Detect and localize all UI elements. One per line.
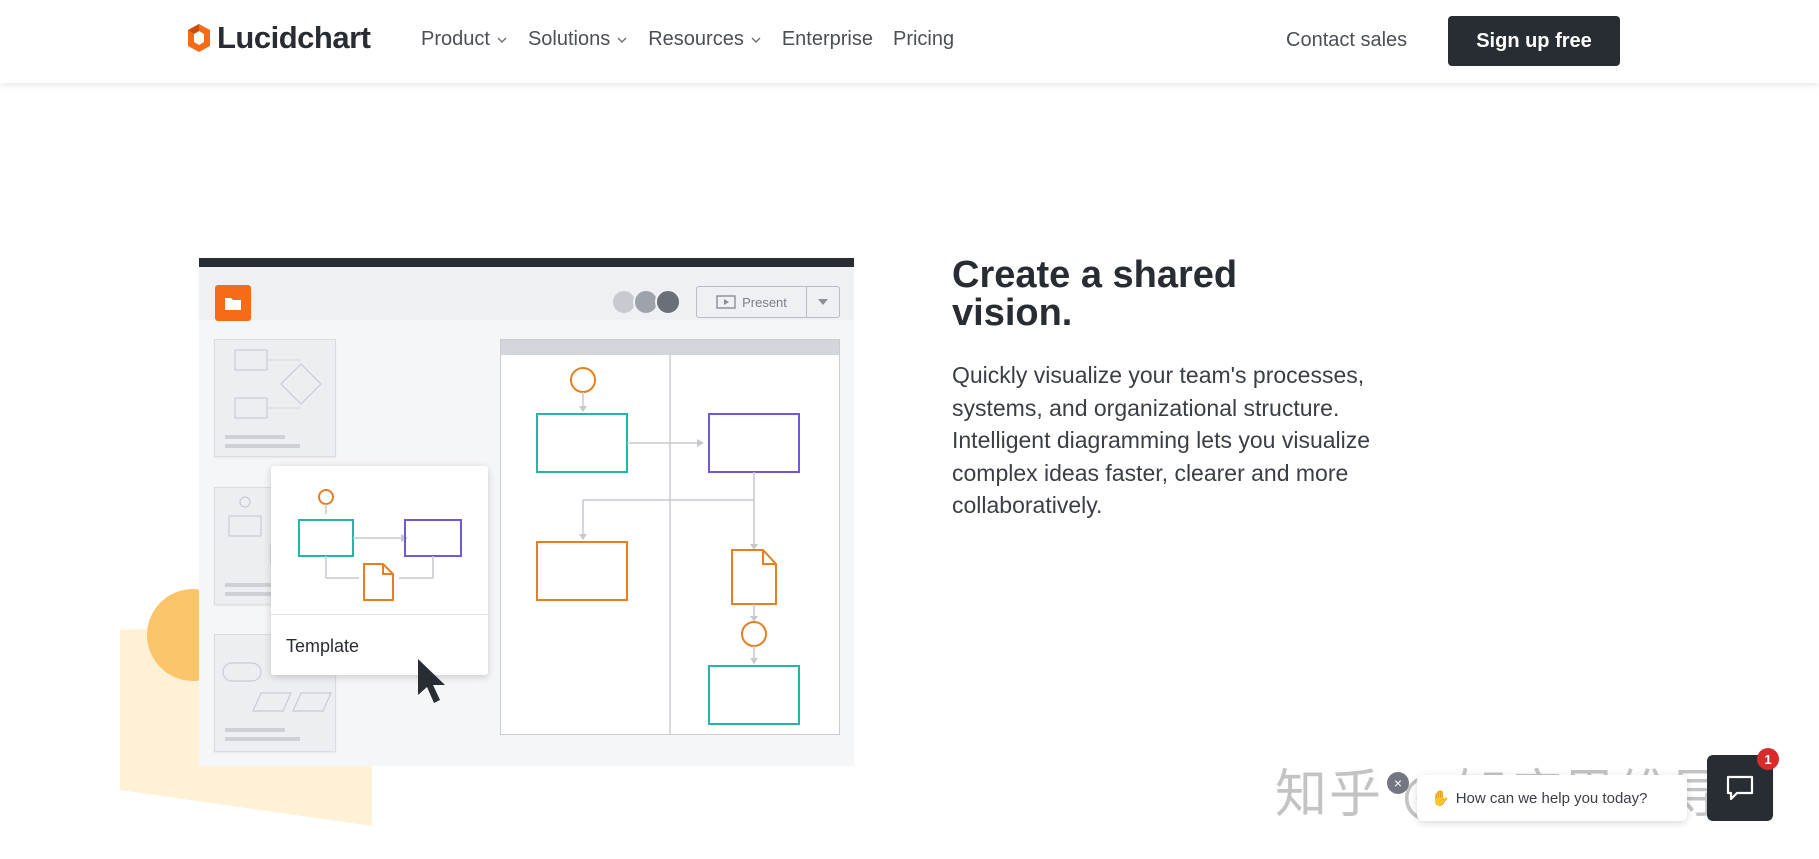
template-label: Template: [286, 636, 360, 656]
nav-resources[interactable]: Resources: [648, 28, 762, 51]
nav-solutions-label: Solutions: [527, 28, 611, 50]
feature-headline: Create a shared vision.: [952, 256, 1372, 332]
nav-solutions[interactable]: Solutions: [528, 28, 628, 51]
diagram-canvas[interactable]: [500, 339, 840, 735]
present-main[interactable]: Present: [697, 287, 807, 317]
feature-description: Quickly visualize your team's processes,…: [952, 362, 1371, 518]
nav-resources-label: Resources: [648, 28, 744, 50]
present-dropdown[interactable]: [807, 287, 839, 317]
headline-line-1: Create a shared: [952, 254, 1238, 296]
lucidchart-logo[interactable]: Lucidchart: [187, 20, 371, 56]
collaborator-avatars: [612, 289, 681, 315]
chat-prompt-bubble[interactable]: ✋ How can we help you today?: [1417, 775, 1687, 821]
chat-icon: [1726, 775, 1754, 801]
folder-icon: [225, 297, 241, 310]
lucidchart-logo-icon: [188, 24, 210, 52]
nav-product[interactable]: Product: [421, 28, 508, 51]
caret-down-icon: [818, 299, 828, 305]
template-preview-diagram: [298, 489, 462, 601]
top-nav: Lucidchart Product Solutions Resources E…: [0, 0, 1819, 83]
mouse-cursor-icon: [418, 659, 445, 703]
template-thumbnail-1[interactable]: [214, 339, 336, 457]
present-label: Present: [742, 294, 787, 310]
nav-product-label: Product: [421, 28, 490, 50]
template-divider: [271, 614, 488, 615]
play-screen-icon: [716, 295, 736, 309]
contact-sales-link[interactable]: Contact sales: [1286, 29, 1407, 52]
chevron-down-icon: [497, 37, 507, 43]
present-button[interactable]: Present: [696, 286, 840, 318]
thumbnail-diagram: [225, 349, 322, 448]
chat-prompt-text: How can we help you today?: [1455, 789, 1648, 807]
sign-up-free-button[interactable]: Sign up free: [1448, 16, 1620, 66]
template-card[interactable]: Template: [271, 466, 488, 675]
nav-enterprise-label: Enterprise: [781, 28, 873, 50]
headline-line-2: vision.: [952, 292, 1073, 334]
nav-pricing[interactable]: Pricing: [893, 28, 954, 51]
logo-text: Lucidchart: [217, 20, 371, 55]
chevron-down-icon: [617, 37, 627, 43]
mockup-toolbar: Present: [199, 267, 854, 321]
flowchart-diagram: [536, 355, 800, 734]
nav-pricing-label: Pricing: [892, 28, 955, 50]
wave-hand-icon: ✋: [1431, 790, 1450, 807]
chat-close-button[interactable]: ×: [1387, 772, 1409, 794]
nav-enterprise[interactable]: Enterprise: [782, 28, 873, 51]
main-nav-links: Product Solutions Resources Enterprise P…: [421, 28, 954, 51]
mockup-title-bar: [199, 258, 854, 267]
chat-notification-badge: 1: [1757, 748, 1779, 770]
chevron-down-icon: [751, 37, 761, 43]
folder-button[interactable]: [215, 285, 251, 321]
